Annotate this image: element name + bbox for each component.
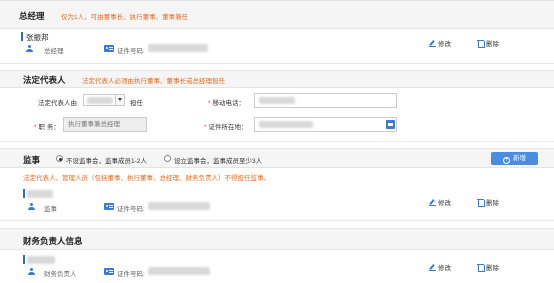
mobile-value-redacted [259,97,295,104]
delete-label: 删除 [486,200,499,207]
delete-label: 删除 [486,265,499,272]
required-mark: * [204,124,207,131]
id-location-label: * 证件所在地： [204,121,248,131]
select-value-redacted [87,97,113,104]
position-label: * 职 务： [34,121,60,131]
id-card-icon [104,45,114,52]
delete-button[interactable]: 删除 [477,262,499,272]
id-card-icon [104,203,114,210]
supervisor-option-radio-1[interactable] [56,155,63,162]
finance-title: 财务负责人信息 [23,236,83,246]
edit-label: 修改 [438,200,451,207]
supervisor-card: 监事 证件号码: 修改 删除 [0,186,554,218]
edit-label: 修改 [438,41,451,48]
plus-icon: + [503,157,510,164]
trash-icon [477,40,485,48]
required-mark: * [208,100,211,107]
supervisor-option-2[interactable]: 设立监事会，监事成员至少3人 [174,155,262,165]
add-label: 新增 [513,155,526,162]
supervisor-option-1[interactable]: 不设监事会，监事成员1-2人 [66,155,147,165]
mobile-label: * 移动电话： [208,97,245,107]
served-by-label: 法定代表人由 [38,100,77,107]
finance-header: 财务负责人信息 [0,228,554,250]
required-mark: * [34,124,37,131]
general-manager-title: 总经理 [19,11,45,21]
legal-rep-hint: 法定代表人必须由执行董事、董事长或总经理担任 [82,78,225,85]
legal-rep-header: 法定代表人 法定代表人必须由执行董事、董事长或总经理担任 [0,70,554,88]
section-divider [0,220,554,221]
id-number-redacted [148,267,210,275]
delete-button[interactable]: 删除 [477,38,499,48]
person-role: 监事 [44,206,57,213]
general-manager-hint: 仅为1人，可由董事长、执行董事、董事兼任 [61,14,189,21]
section-divider [0,141,554,142]
legal-rep-select[interactable] [83,94,125,106]
user-icon [26,45,33,53]
name-marker [21,32,23,41]
id-label: 证件号码: [117,206,145,213]
person-role: 财务负责人 [44,271,77,278]
person-role: 总经理 [44,48,64,55]
finance-card: 财务负责人 证件号码: 修改 删除 [0,252,554,283]
trash-icon [477,264,485,272]
user-icon [28,268,35,276]
mobile-label-text: 移动电话： [212,100,246,107]
trash-icon [477,199,485,207]
id-label: 证件号码: [117,271,145,278]
edit-button[interactable]: 修改 [429,262,451,272]
person-name-redacted [27,256,55,264]
name-marker [23,255,25,264]
id-card-icon [104,268,114,275]
edit-icon [429,264,436,271]
person-name-redacted [27,190,53,198]
general-manager-card: 张振邦 总经理 证件号码: 修改 删除 [0,29,554,63]
delete-button[interactable]: 删除 [477,197,499,207]
chevron-down-icon [115,95,124,105]
region-picker-icon[interactable] [386,120,395,129]
served-by-suffix: 担任 [130,100,143,107]
person-name: 张振邦 [26,33,49,42]
general-manager-header: 总经理 仅为1人，可由董事长、执行董事、董事兼任 [0,0,554,29]
legal-rep-title: 法定代表人 [23,75,66,85]
id-location-value-redacted [259,121,313,128]
add-supervisor-button[interactable]: + 新增 [491,152,538,165]
user-icon [28,203,35,211]
mobile-input[interactable] [254,93,397,108]
id-location-label-text: 证件所在地： [208,124,248,131]
id-number-redacted [148,202,210,210]
section-divider [0,63,554,64]
id-number-redacted [148,44,208,52]
supervisor-option-radio-2[interactable] [164,155,171,162]
edit-label: 修改 [438,265,451,272]
supervisor-header: 监事 不设监事会，监事成员1-2人 设立监事会，监事成员至少3人 + 新增 [0,148,554,168]
edit-button[interactable]: 修改 [429,197,451,207]
name-marker [23,189,25,198]
id-location-input[interactable] [254,117,397,132]
supervisor-hint: 法定代表人、管理人员（包括董事、执行董事、总经理、财务负责人）不得担任监事。 [23,175,270,182]
delete-label: 删除 [486,41,499,48]
edit-icon [429,199,436,206]
supervisor-title: 监事 [23,155,41,165]
id-label: 证件号码: [117,48,145,55]
position-input[interactable]: 执行董事兼总经理 [63,117,147,132]
edit-button[interactable]: 修改 [429,38,451,48]
edit-icon [429,40,436,47]
position-label-text: 职 务： [38,124,60,131]
